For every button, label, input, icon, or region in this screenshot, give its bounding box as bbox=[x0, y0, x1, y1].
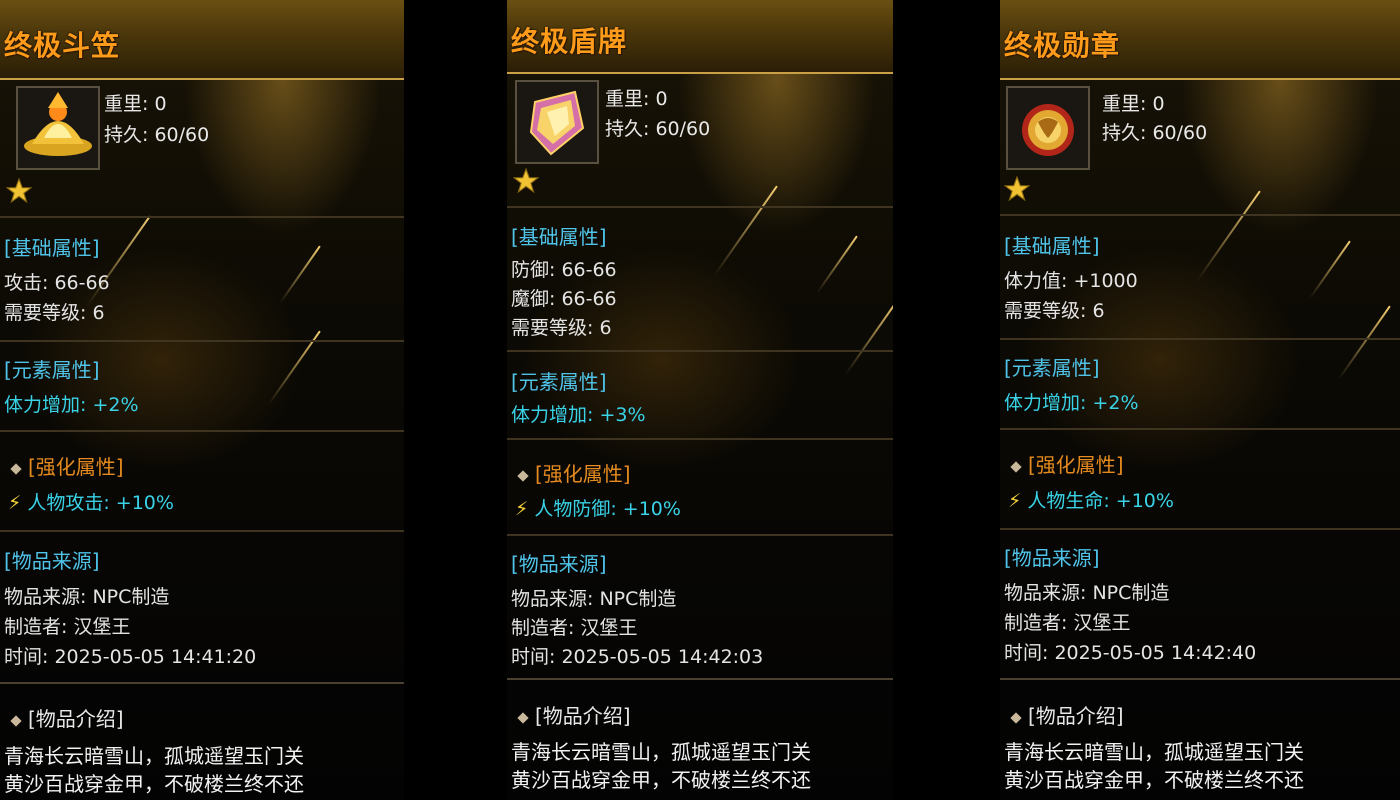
enhance-attributes-header: [强化属性] bbox=[10, 451, 124, 480]
item-intro-header: [物品介绍] bbox=[10, 703, 124, 732]
item-maker: 制造者: 汉堡王 bbox=[4, 616, 131, 638]
intro-poem-line: 黄沙百战穿金甲，不破楼兰终不还 bbox=[511, 768, 811, 792]
item-name: 终极勋章 bbox=[1004, 29, 1121, 62]
element-stat: 体力增加: +2% bbox=[1004, 392, 1139, 414]
element-stat: 体力增加: +2% bbox=[4, 394, 139, 416]
item-tooltip-hat: 终极斗笠 重里: 0 持久: 60/60 [基础属性] 攻击: 66-66 需要… bbox=[0, 0, 404, 800]
item-name: 终极斗笠 bbox=[4, 29, 121, 62]
star-icon bbox=[6, 178, 32, 204]
item-time: 时间: 2025-05-05 14:42:03 bbox=[511, 646, 764, 668]
required-level: 需要等级: 6 bbox=[511, 317, 612, 339]
diamond-icon bbox=[10, 462, 22, 475]
item-source-header: [物品来源] bbox=[511, 552, 607, 576]
item-source-header: [物品来源] bbox=[1004, 546, 1100, 570]
defense-stat: 防御: 66-66 bbox=[511, 259, 617, 281]
intro-poem-line: 黄沙百战穿金甲，不破楼兰终不还 bbox=[4, 772, 304, 796]
lightning-icon: ⚡ bbox=[1008, 490, 1022, 512]
item-source-header: [物品来源] bbox=[4, 549, 100, 573]
required-level: 需要等级: 6 bbox=[1004, 300, 1105, 322]
item-time: 时间: 2025-05-05 14:41:20 bbox=[4, 646, 257, 668]
lightning-icon: ⚡ bbox=[515, 498, 529, 520]
durability-stat: 持久: 60/60 bbox=[1102, 122, 1208, 144]
magic-defense-stat: 魔御: 66-66 bbox=[511, 288, 617, 310]
enhance-stat: ⚡ 人物攻击: +10% bbox=[8, 492, 174, 514]
enhance-attributes-header: [强化属性] bbox=[1010, 449, 1124, 478]
intro-poem-line: 青海长云暗雪山，孤城遥望玉门关 bbox=[511, 740, 811, 764]
required-level: 需要等级: 6 bbox=[4, 302, 105, 324]
item-tooltip-medal: 终极勋章 重里: 0 持久: 60/60 [基础属性] 体力值: +1000 需… bbox=[1000, 0, 1400, 800]
enhance-stat: ⚡ 人物生命: +10% bbox=[1008, 490, 1174, 512]
star-icon bbox=[1004, 176, 1030, 202]
shield-icon[interactable] bbox=[515, 80, 599, 164]
item-maker: 制造者: 汉堡王 bbox=[511, 617, 638, 639]
star-icon bbox=[513, 168, 539, 194]
weight-stat: 重里: 0 bbox=[1102, 93, 1165, 115]
weight-stat: 重里: 0 bbox=[104, 93, 167, 115]
element-stat: 体力增加: +3% bbox=[511, 404, 646, 426]
base-attributes-header: [基础属性] bbox=[511, 225, 607, 249]
diamond-icon bbox=[517, 469, 529, 482]
element-attributes-header: [元素属性] bbox=[1004, 356, 1100, 380]
item-name: 终极盾牌 bbox=[511, 25, 628, 58]
diamond-icon bbox=[1010, 711, 1022, 724]
base-attributes-header: [基础属性] bbox=[4, 236, 100, 260]
item-source: 物品来源: NPC制造 bbox=[511, 588, 677, 610]
intro-poem-line: 黄沙百战穿金甲，不破楼兰终不还 bbox=[1004, 768, 1304, 792]
weight-stat: 重里: 0 bbox=[605, 88, 668, 110]
enhance-stat: ⚡ 人物防御: +10% bbox=[515, 498, 681, 520]
item-maker: 制造者: 汉堡王 bbox=[1004, 612, 1131, 634]
item-source: 物品来源: NPC制造 bbox=[1004, 582, 1170, 604]
medal-icon[interactable] bbox=[1006, 86, 1090, 170]
durability-stat: 持久: 60/60 bbox=[104, 124, 210, 146]
durability-stat: 持久: 60/60 bbox=[605, 118, 711, 140]
diamond-icon bbox=[10, 714, 22, 727]
item-source: 物品来源: NPC制造 bbox=[4, 586, 170, 608]
element-attributes-header: [元素属性] bbox=[4, 358, 100, 382]
item-intro-header: [物品介绍] bbox=[1010, 700, 1124, 729]
item-time: 时间: 2025-05-05 14:42:40 bbox=[1004, 642, 1257, 664]
diamond-icon bbox=[1010, 460, 1022, 473]
enhance-attributes-header: [强化属性] bbox=[517, 458, 631, 487]
golden-hat-icon[interactable] bbox=[16, 86, 100, 170]
item-intro-header: [物品介绍] bbox=[517, 700, 631, 729]
intro-poem-line: 青海长云暗雪山，孤城遥望玉门关 bbox=[4, 744, 304, 768]
element-attributes-header: [元素属性] bbox=[511, 370, 607, 394]
diamond-icon bbox=[517, 711, 529, 724]
attack-stat: 攻击: 66-66 bbox=[4, 272, 110, 294]
vitality-stat: 体力值: +1000 bbox=[1004, 270, 1138, 292]
lightning-icon: ⚡ bbox=[8, 492, 22, 514]
intro-poem-line: 青海长云暗雪山，孤城遥望玉门关 bbox=[1004, 740, 1304, 764]
item-tooltip-shield: 终极盾牌 重里: 0 持久: 60/60 [基础属性] 防御: 66-66 魔御… bbox=[507, 0, 893, 800]
base-attributes-header: [基础属性] bbox=[1004, 234, 1100, 258]
